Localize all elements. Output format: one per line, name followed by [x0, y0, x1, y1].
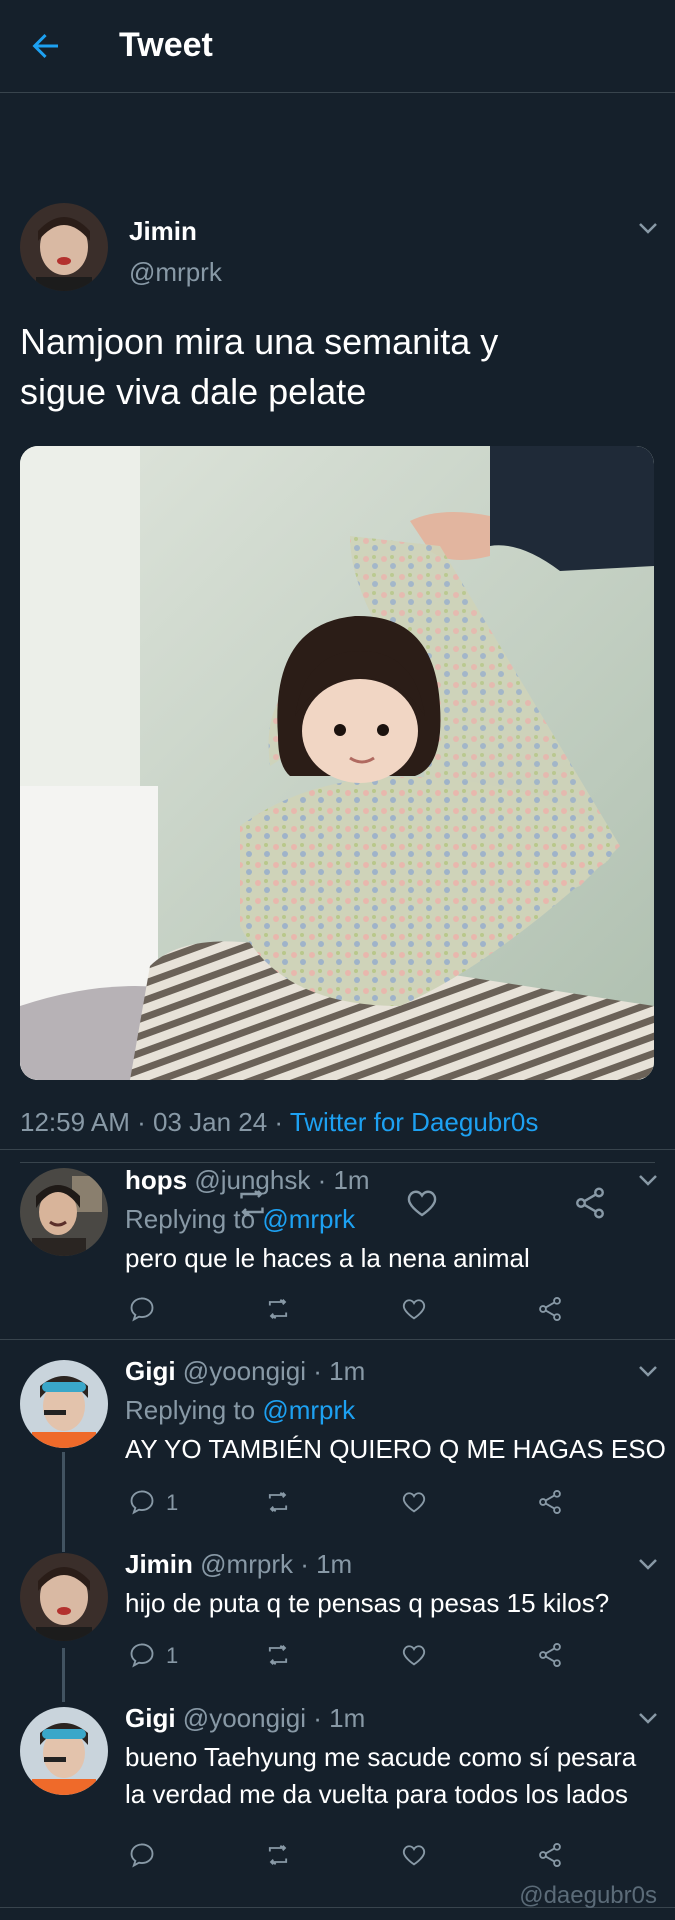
meta-dot: ·: [306, 1703, 330, 1733]
reply-author-name[interactable]: Gigi: [125, 1356, 176, 1386]
replying-to: Replying to @mrprk: [125, 1204, 355, 1235]
reply-icon[interactable]: [128, 1841, 156, 1869]
arrow-left-icon[interactable]: [28, 28, 64, 64]
retweet-icon[interactable]: [264, 1641, 292, 1669]
page-title: Tweet: [119, 26, 213, 64]
reply-count: 1: [166, 1643, 179, 1668]
reply-text: la verdad me da vuelta para todos los la…: [125, 1779, 628, 1809]
chevron-down-icon[interactable]: [638, 1364, 658, 1378]
reply-author-name[interactable]: hops: [125, 1165, 187, 1195]
reply-tweet[interactable]: hops @junghsk · 1m Replying to @mrprk pe…: [0, 1149, 675, 1339]
reply-icon[interactable]: [128, 1641, 156, 1669]
tweet-text: Namjoon mira una semanita y sigue viva d…: [20, 317, 640, 417]
reply-time: 1m: [333, 1165, 370, 1195]
reply-tweet[interactable]: Jimin @mrprk · 1m hijo de puta q te pens…: [0, 1533, 675, 1687]
avatar[interactable]: [20, 1360, 108, 1448]
main-tweet: Jimin @mrprk Namjoon mira una semanita y…: [0, 93, 675, 1219]
reply-header: Jimin @mrprk · 1m: [125, 1549, 352, 1580]
replying-to-label: Replying to: [125, 1395, 263, 1425]
tweet-time: 12:59 AM: [20, 1107, 130, 1137]
reply-text: bueno Taehyung me sacude como sí pesara: [125, 1742, 637, 1772]
reply-text: hijo de puta q te pensas q pesas 15 kilo…: [125, 1588, 610, 1618]
tweet-date: 03 Jan 24: [152, 1107, 268, 1137]
retweet-icon[interactable]: [264, 1295, 292, 1323]
retweet-icon[interactable]: [264, 1841, 292, 1869]
share-icon[interactable]: [536, 1841, 564, 1869]
meta-dot: ·: [267, 1107, 290, 1137]
reply-author-name[interactable]: Jimin: [125, 1549, 193, 1579]
chevron-down-icon[interactable]: [638, 1711, 658, 1725]
reply-author-handle[interactable]: @yoongigi: [183, 1356, 306, 1386]
tweet-photo[interactable]: [20, 446, 654, 1080]
top-bar: Tweet: [0, 0, 675, 93]
reply-text: pero que le haces a la nena animal: [125, 1243, 530, 1273]
reply-header: Gigi @yoongigi · 1m: [125, 1703, 365, 1734]
heart-icon[interactable]: [400, 1641, 428, 1669]
meta-dot: ·: [306, 1356, 330, 1386]
reply-text: AY YO TAMBIÉN QUIERO Q ME HAGAS ESO: [125, 1434, 666, 1464]
replying-to: Replying to @mrprk: [125, 1395, 355, 1426]
reply-time: 1m: [329, 1356, 366, 1386]
reply-author-handle[interactable]: @junghsk: [194, 1165, 310, 1195]
retweet-icon[interactable]: [264, 1488, 292, 1516]
meta-dot: ·: [292, 1549, 317, 1579]
reply-author-handle[interactable]: @mrprk: [200, 1549, 293, 1579]
reply-count: 1: [166, 1490, 179, 1515]
reply-header: hops @junghsk · 1m: [125, 1165, 370, 1196]
reply-icon[interactable]: [128, 1488, 156, 1516]
share-icon[interactable]: [536, 1295, 564, 1323]
reply-tweet[interactable]: Gigi @yoongigi · 1m Replying to @mrprk A…: [0, 1340, 675, 1533]
avatar[interactable]: [20, 203, 108, 291]
heart-icon[interactable]: [400, 1488, 428, 1516]
heart-icon[interactable]: [400, 1295, 428, 1323]
heart-icon[interactable]: [400, 1841, 428, 1869]
share-icon[interactable]: [536, 1641, 564, 1669]
reply-time: 1m: [316, 1549, 353, 1579]
reply-tweet[interactable]: Gigi @yoongigi · 1m bueno Taehyung me sa…: [0, 1687, 675, 1907]
share-icon[interactable]: [536, 1488, 564, 1516]
chevron-down-icon[interactable]: [638, 1557, 658, 1571]
replying-to-link[interactable]: @mrprk: [262, 1204, 355, 1234]
watermark: @daegubr0s: [519, 1882, 657, 1909]
tweet-client-link[interactable]: Twitter for Daegubr0s: [290, 1107, 539, 1137]
reply-author-handle[interactable]: @yoongigi: [183, 1703, 306, 1733]
tweet-meta: 12:59 AM · 03 Jan 24 · Twitter for Daegu…: [20, 1107, 538, 1138]
avatar[interactable]: [20, 1553, 108, 1641]
author-handle[interactable]: @mrprk: [129, 257, 222, 288]
tweet-text-line: sigue viva dale pelate: [20, 371, 367, 412]
chevron-down-icon[interactable]: [638, 221, 658, 235]
reply-author-name[interactable]: Gigi: [125, 1703, 176, 1733]
reply-time: 1m: [329, 1703, 366, 1733]
tweet-text-line: Namjoon mira una semanita y: [20, 321, 499, 362]
avatar[interactable]: [20, 1168, 108, 1256]
meta-dot: ·: [129, 1107, 153, 1137]
replying-to-link[interactable]: @mrprk: [262, 1395, 355, 1425]
replying-to-label: Replying to: [125, 1204, 263, 1234]
chevron-down-icon[interactable]: [638, 1173, 658, 1187]
avatar[interactable]: [20, 1707, 108, 1795]
reply-icon[interactable]: [128, 1295, 156, 1323]
meta-dot: ·: [310, 1165, 334, 1195]
reply-header: Gigi @yoongigi · 1m: [125, 1356, 365, 1387]
author-name[interactable]: Jimin: [129, 216, 197, 247]
